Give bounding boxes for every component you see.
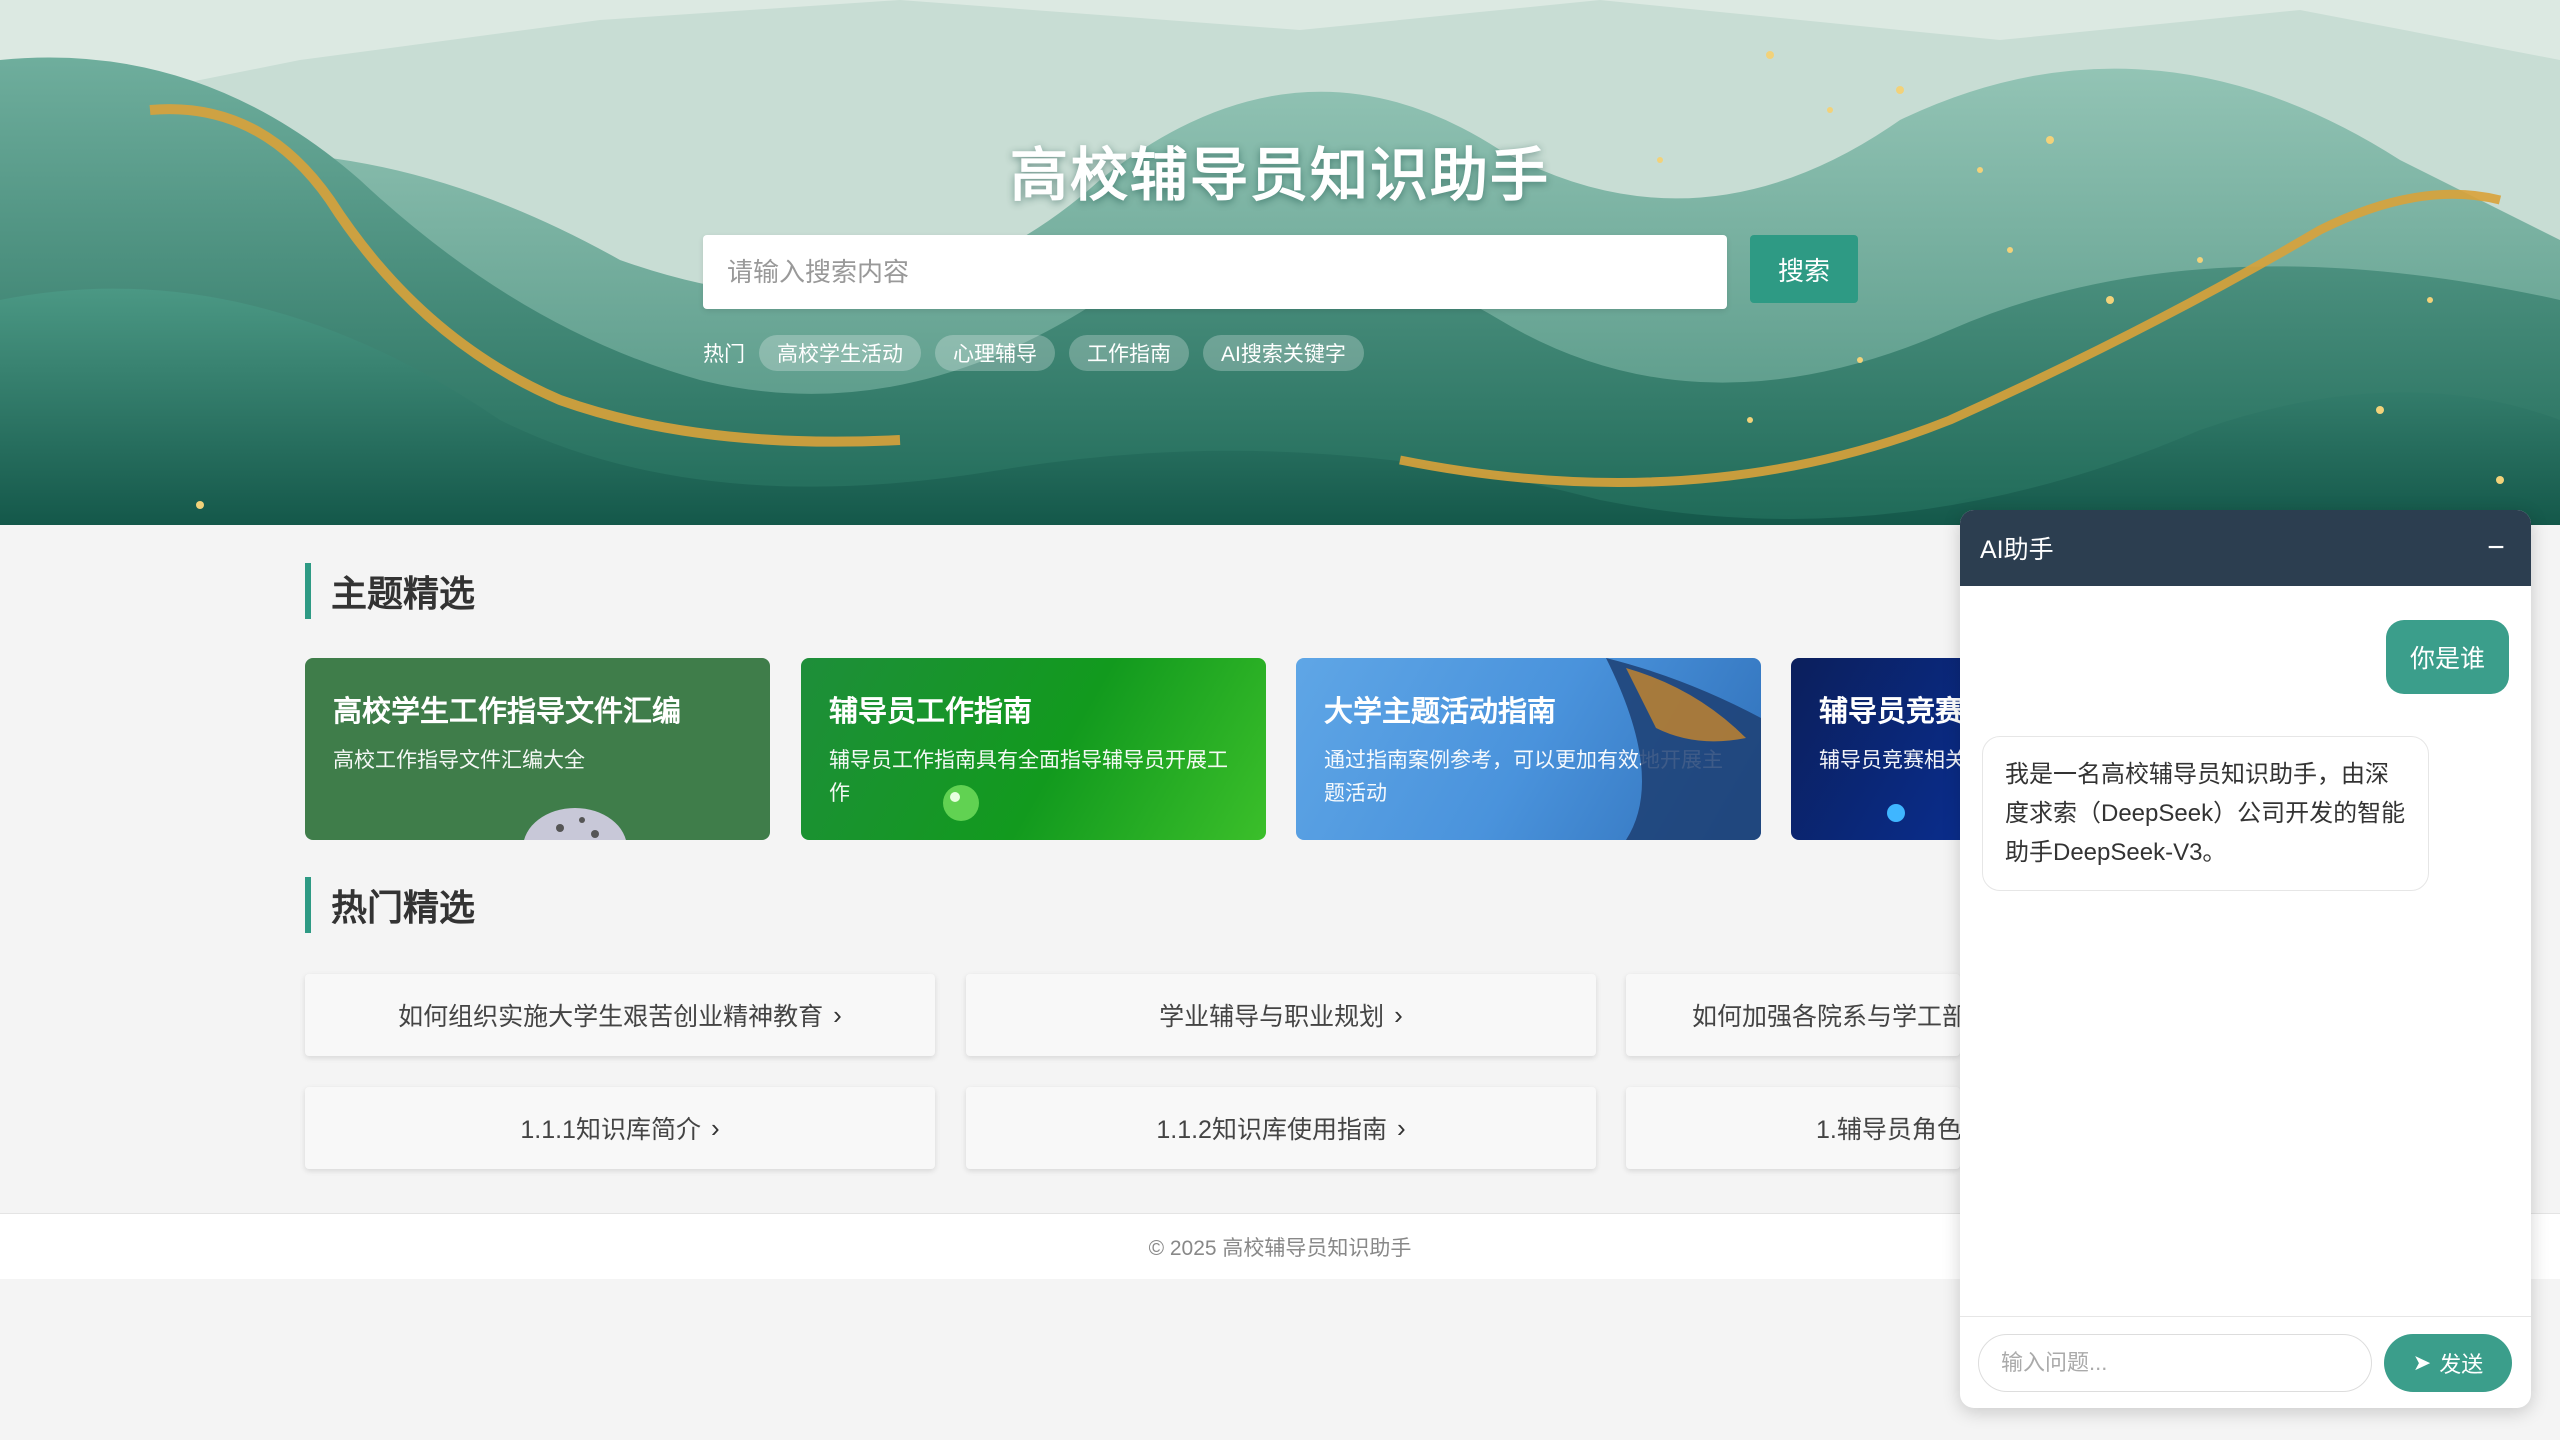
hot-link[interactable]: 1.辅导员角色	[1626, 1087, 1960, 1169]
hot-link-label: 1.辅导员角色	[1816, 1116, 1960, 1144]
chevron-right-icon: ›	[1396, 1112, 1406, 1143]
chevron-right-icon: ›	[1394, 999, 1403, 1030]
water-drop-icon	[943, 785, 979, 821]
hot-tag[interactable]: AI搜索关键字	[1203, 335, 1364, 371]
hot-link-label: 1.1.2知识库使用指南	[1156, 1116, 1387, 1144]
chat-messages[interactable]: 你是谁 我是一名高校辅导员知识助手，由深度求索（DeepSeek）公司开发的智能…	[1960, 586, 2531, 1326]
hot-link[interactable]: 如何组织实施大学生艰苦创业精神教育 ›	[305, 974, 935, 1056]
hot-link-label: 如何加强各院系与学工部	[1692, 1003, 1960, 1031]
chat-header: AI助手 −	[1960, 510, 2531, 586]
hot-tag[interactable]: 高校学生活动	[759, 335, 921, 371]
theme-card[interactable]: 高校学生工作指导文件汇编 高校工作指导文件汇编大全	[305, 658, 770, 840]
chat-input[interactable]	[1978, 1333, 2372, 1392]
user-message: 你是谁	[2385, 620, 2509, 694]
hot-tag[interactable]: 心理辅导	[935, 335, 1055, 371]
card-title: 辅导员竞赛	[1819, 696, 1960, 728]
hot-link[interactable]: 1.1.1知识库简介 ›	[305, 1087, 935, 1169]
hot-link[interactable]: 1.1.2知识库使用指南 ›	[966, 1087, 1596, 1169]
search-button[interactable]: 搜索	[1750, 235, 1858, 303]
chevron-right-icon: ›	[833, 999, 842, 1030]
assistant-message: 我是一名高校辅导员知识助手，由深度求索（DeepSeek）公司开发的智能助手De…	[1982, 736, 2429, 891]
dot-icon	[1887, 804, 1905, 822]
hot-link-label: 如何组织实施大学生艰苦创业精神教育	[398, 1003, 824, 1031]
page-title: 高校辅导员知识助手	[1009, 143, 1550, 208]
hot-link[interactable]: 如何加强各院系与学工部	[1626, 974, 1960, 1056]
theme-card[interactable]: 辅导员竞赛 辅导员竞赛相关	[1791, 658, 1960, 840]
theme-card[interactable]: 辅导员工作指南 辅导员工作指南具有全面指导辅导员开展工作	[801, 658, 1266, 840]
send-icon: ➤	[2412, 1349, 2432, 1375]
send-label: 发送	[2439, 1351, 2484, 1377]
chevron-right-icon: ›	[710, 1112, 720, 1143]
section-title-themes: 主题精选	[305, 563, 475, 619]
globe-icon	[524, 808, 626, 840]
ai-chat-panel: AI助手 − 你是谁 我是一名高校辅导员知识助手，由深度求索（DeepSeek）…	[1960, 510, 2531, 1408]
butterfly-icon	[1606, 658, 1761, 840]
chat-input-bar: ➤ 发送	[1960, 1316, 2531, 1408]
hot-label: 热门	[703, 343, 745, 366]
search-input[interactable]	[703, 235, 1727, 309]
card-title: 高校学生工作指导文件汇编	[333, 696, 682, 728]
hot-link-label: 学业辅导与职业规划	[1159, 1003, 1385, 1031]
card-desc: 辅导员工作指南具有全面指导辅导员开展工作	[829, 749, 1228, 805]
send-button[interactable]: ➤ 发送	[2384, 1333, 2512, 1392]
hot-tags-row: 热门 高校学生活动 心理辅导 工作指南 AI搜索关键字	[703, 334, 1364, 372]
card-desc: 高校工作指导文件汇编大全	[333, 749, 585, 772]
copyright-text: © 2025 高校辅导员知识助手	[1148, 1236, 1412, 1260]
hot-link[interactable]: 学业辅导与职业规划 ›	[966, 974, 1596, 1056]
hot-link-label: 1.1.1知识库简介	[520, 1116, 701, 1144]
card-title: 辅导员工作指南	[829, 696, 1033, 728]
hot-tag[interactable]: 工作指南	[1069, 335, 1189, 371]
section-title-hot: 热门精选	[305, 877, 475, 933]
minimize-icon[interactable]: −	[2481, 531, 2511, 565]
card-desc: 辅导员竞赛相关	[1819, 749, 1960, 772]
theme-card[interactable]: 大学主题活动指南 通过指南案例参考，可以更加有效地开展主题活动	[1296, 658, 1761, 840]
hero-banner: 高校辅导员知识助手 搜索 热门 高校学生活动 心理辅导 工作指南 AI搜索关键字	[0, 0, 2560, 525]
chat-title: AI助手	[1980, 536, 2054, 564]
